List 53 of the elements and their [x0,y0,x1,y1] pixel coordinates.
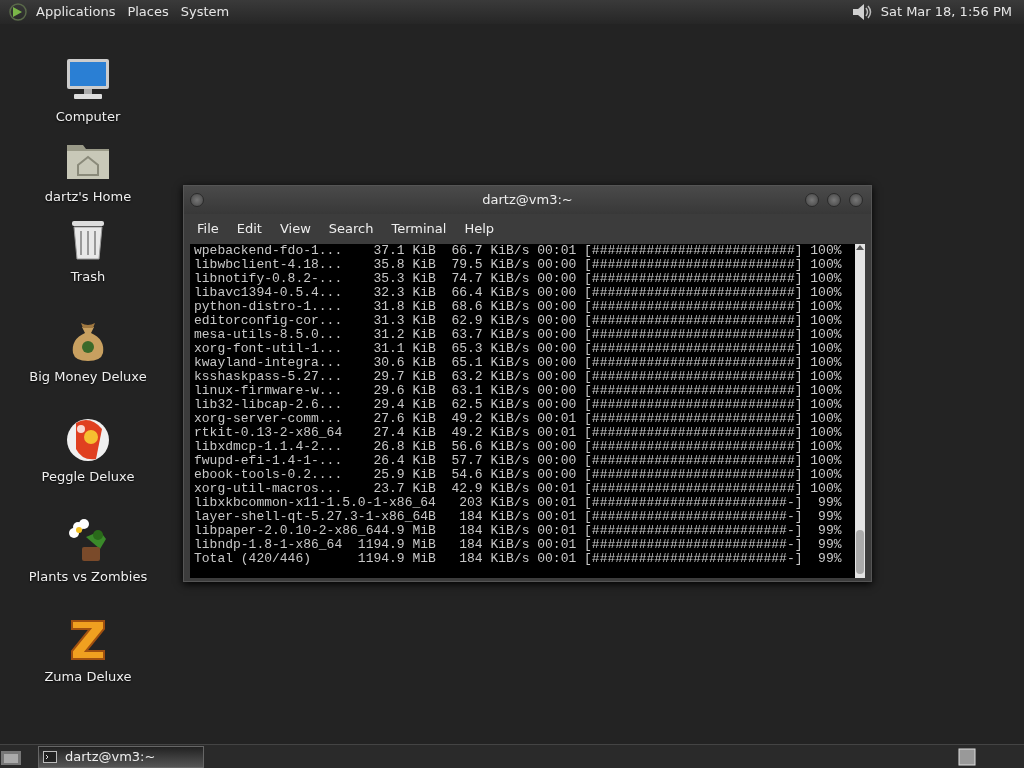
scroll-up-icon[interactable] [856,244,864,250]
menu-item[interactable]: File [188,219,228,239]
terminal-line: ksshaskpass-5.27... 29.7 KiB 63.2 KiB/s 00:00 [##########################] 100% [194,370,843,384]
minimize-button[interactable] [805,193,819,207]
desktop-icon-label[interactable]: Trash [70,266,106,286]
menu-item[interactable]: Search [319,219,383,239]
terminal-line: editorconfig-cor... 31.3 KiB 62.9 KiB/s 00:00 [##########################] 100% [194,314,843,328]
desktop-icon-label[interactable]: Big Money Deluxe [29,366,147,386]
terminal-line: libavc1394-0.5.4... 32.3 KiB 66.4 KiB/s 00:00 [##########################] 100% [194,286,843,300]
terminal-line: libpaper-2.0.10-2-x86_644.9 MiB 184 KiB/s 00:01 [#########################-] 99% [194,524,843,538]
menu-item[interactable]: Edit [227,219,271,239]
desktop-icon-label[interactable]: dartz's Home [44,186,132,206]
taskbar-button[interactable]: dartz@vm3:~ [38,745,204,768]
scrollbar[interactable] [855,244,865,578]
terminal-line: Total (420/446) 1194.9 MiB 184 KiB/s 00:01 [#########################-] 99% [194,552,843,566]
terminal-line: libnotify-0.8.2-... 35.3 KiB 74.7 KiB/s 00:00 [##########################] 100% [194,272,843,286]
menu-item[interactable]: Help [455,219,504,239]
terminal-line: fwupd-efi-1.4-1-... 26.4 KiB 57.7 KiB/s 00:00 [##########################] 100% [194,454,843,468]
terminal-line: libxdmcp-1.1.4-2... 26.8 KiB 56.6 KiB/s 00:00 [##########################] 100% [194,440,843,454]
terminal-line: libndp-1.8-1-x86_64 1194.9 MiB 184 KiB/s 00:01 [#########################-] 99% [194,538,843,552]
clock[interactable]: Sat Mar 18, 1:56 PM [880,2,1012,22]
desktop-icon-label[interactable]: Peggle Deluxe [41,466,135,486]
terminal-line: libwbclient-4.18... 35.8 KiB 79.5 KiB/s 00:00 [##########################] 100% [194,258,843,272]
terminal-line: kwayland-integra... 30.6 KiB 65.1 KiB/s 00:00 [##########################] 100% [194,356,843,370]
panel-menu[interactable]: System [180,2,230,22]
menu-item[interactable]: Terminal [382,219,456,239]
terminal-line: wpebackend-fdo-1... 37.1 KiB 66.7 KiB/s 00:01 [##########################] 100% [194,244,843,258]
terminal-line: python-distro-1.... 31.8 KiB 68.6 KiB/s 00:00 [##########################] 100% [194,300,843,314]
menu-logo-icon[interactable] [8,2,28,22]
terminal-line: xorg-server-comm... 27.6 KiB 49.2 KiB/s 00:01 [##########################] 100% [194,412,843,426]
scroll-thumb[interactable] [856,530,864,574]
volume-icon[interactable] [850,2,873,22]
terminal-icon [43,750,57,763]
desktop-icon-label[interactable]: Plants vs Zombies [28,566,148,586]
terminal-line: xorg-font-util-1... 31.1 KiB 65.3 KiB/s 00:00 [##########################] 100% [194,342,843,356]
close-button[interactable] [849,193,863,207]
desktop-icon-label[interactable]: Zuma Deluxe [44,666,132,686]
maximize-button[interactable] [827,193,841,207]
window-title: dartz@vm3:~ [482,191,573,210]
terminal-line: layer-shell-qt-5.27.3-1-x86_64B 184 KiB/s 00:01 [#########################-] 99% [194,510,843,524]
menu-item[interactable]: View [270,219,320,239]
panel-menu[interactable]: Applications [36,2,116,22]
terminal-line: lib32-libcap-2.6... 29.4 KiB 62.5 KiB/s 00:00 [##########################] 100% [194,398,843,412]
terminal-line: xorg-util-macros... 23.7 KiB 42.9 KiB/s 00:01 [##########################] 100% [194,482,843,496]
terminal-line: ebook-tools-0.2.... 25.9 KiB 54.6 KiB/s 00:00 [##########################] 100% [194,468,843,482]
terminal-line: rtkit-0.13-2-x86_64 27.4 KiB 49.2 KiB/s 00:01 [##########################] 100% [194,426,843,440]
terminal-line: linux-firmware-w... 29.6 KiB 63.1 KiB/s 00:00 [##########################] 100% [194,384,843,398]
terminal-line: libxkbcommon-x11-1.5.0-1-x86_64 203 KiB/s 00:01 [#########################-] 99% [194,496,843,510]
desktop-icon-label[interactable]: Computer [55,106,121,126]
panel-menu[interactable]: Places [127,2,169,22]
window-menu-button[interactable] [190,193,204,207]
terminal-line: mesa-utils-8.5.0... 31.2 KiB 63.7 KiB/s 00:00 [##########################] 100% [194,328,843,342]
workspace-icon[interactable] [958,747,976,766]
